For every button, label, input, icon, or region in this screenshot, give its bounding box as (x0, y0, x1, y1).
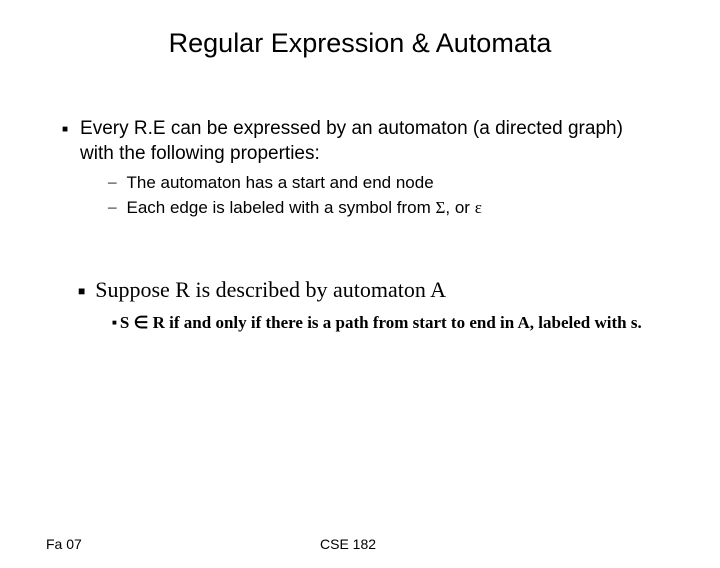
slide-title: Regular Expression & Automata (0, 28, 720, 59)
sub-bullet: – The automaton has a start and end node (108, 172, 630, 194)
bullet-level-1-serif: ■ Suppose R is described by automaton A (0, 276, 720, 305)
epsilon-symbol: ε (475, 198, 482, 217)
bullet-level-1: ■ Every R.E can be expressed by an autom… (0, 117, 720, 166)
slide: Regular Expression & Automata ■ Every R.… (0, 28, 720, 568)
square-bullet-icon: ■ (62, 124, 68, 135)
element-of-symbol: ∈ (134, 313, 149, 332)
bullet-text: S ∈ R if and only if there is a path fro… (120, 312, 642, 335)
dash-bullet-icon: – (108, 197, 117, 217)
sub-text-part: , or (445, 198, 474, 217)
sub-bullet-list: – The automaton has a start and end node… (0, 172, 720, 219)
dash-bullet-icon: – (108, 172, 117, 192)
footer-left-text: Fa 07 (46, 536, 82, 552)
square-bullet-icon: ■ (112, 318, 117, 327)
text-part: R if and only if there is a path from st… (148, 313, 641, 332)
text-part: S (120, 313, 134, 332)
footer-center-text: CSE 182 (320, 536, 376, 552)
bullet-text: Suppose R is described by automaton A (95, 276, 446, 305)
sub-bullet: – Each edge is labeled with a symbol fro… (108, 197, 630, 219)
square-bullet-icon: ■ (78, 284, 85, 299)
sub-text-part: Each edge is labeled with a symbol from (127, 198, 436, 217)
sub-bullet-text: The automaton has a start and end node (127, 172, 434, 194)
bullet-text: Every R.E can be expressed by an automat… (80, 117, 660, 166)
sigma-symbol: Σ (436, 198, 446, 217)
bullet-level-2-serif: ■ S ∈ R if and only if there is a path f… (0, 312, 720, 335)
sub-bullet-text: Each edge is labeled with a symbol from … (127, 197, 482, 219)
